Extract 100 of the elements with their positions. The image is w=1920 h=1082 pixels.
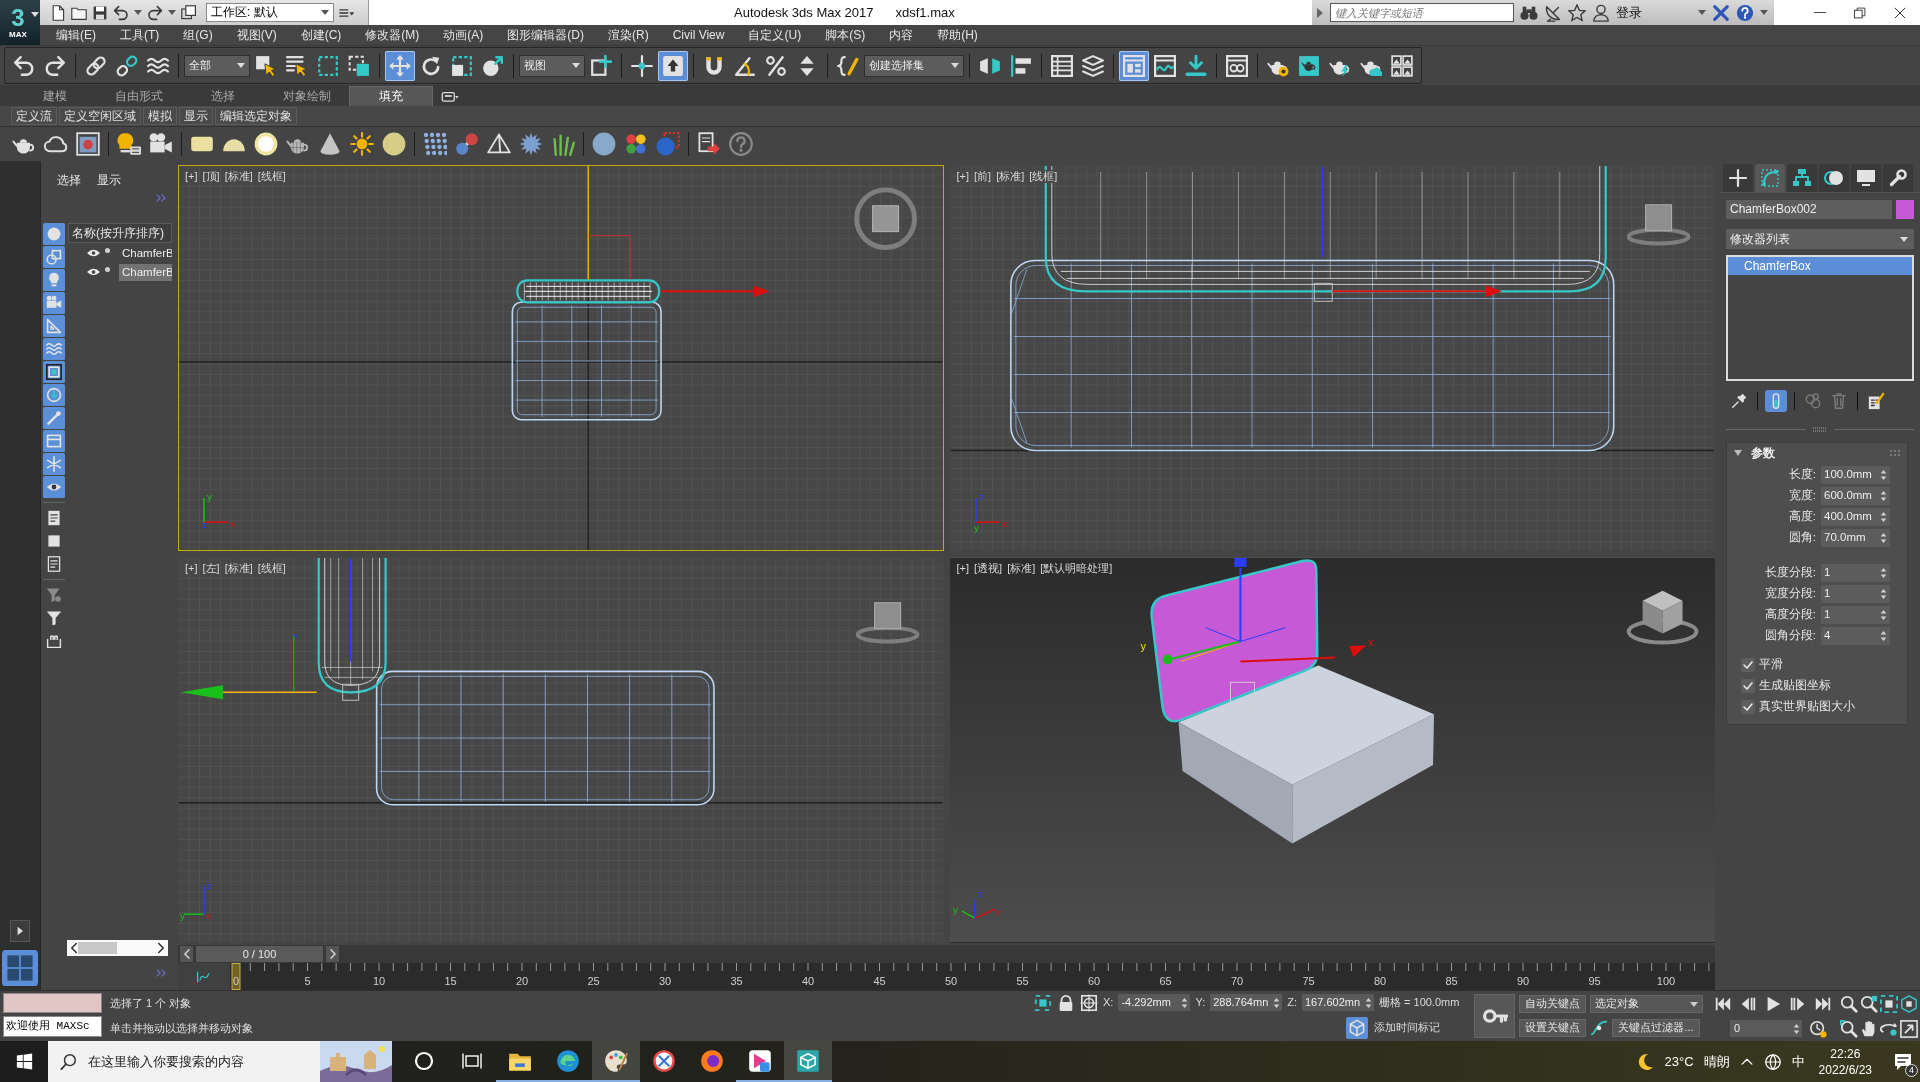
caret-icon[interactable]	[321, 10, 329, 15]
ribbon-panel-button[interactable]: 定义流	[11, 107, 57, 125]
menu-item[interactable]: 图形编辑器(D)	[495, 27, 596, 43]
next-frame-button[interactable]	[326, 946, 339, 962]
menu-item[interactable]: 内容	[877, 27, 926, 43]
windows-stack-icon[interactable]	[181, 4, 197, 21]
weather-label[interactable]: 晴朗	[1703, 1053, 1730, 1070]
parameter-spinner[interactable]: 1	[1821, 585, 1890, 603]
checkbox[interactable]	[1741, 679, 1755, 693]
isolate-icon[interactable]	[1034, 993, 1052, 1012]
wand-icon[interactable]	[43, 407, 65, 429]
ribbon-panel-button[interactable]: 模拟	[143, 107, 177, 125]
workspace-dropdown[interactable]: 工作区: 默认	[206, 3, 334, 22]
parameter-spinner[interactable]: 400.0mm	[1821, 508, 1890, 526]
menu-item[interactable]: 脚本(S)	[813, 27, 878, 43]
ribbon-tab[interactable]: 建模	[13, 86, 97, 106]
sun-icon[interactable]	[350, 132, 374, 156]
viewport[interactable]: [+] [顶] [标准] [线框] y z x	[178, 165, 944, 551]
menu-item[interactable]: 创建(C)	[288, 27, 354, 43]
viewport-menu-label[interactable]: [标准]	[224, 562, 253, 576]
viewcube-icon[interactable]	[854, 187, 918, 251]
dot-grid-icon[interactable]	[423, 132, 447, 156]
viewport-menu-label[interactable]: [前]	[974, 170, 992, 184]
viewport[interactable]: [+] [左] [标准] [线框] z y x	[178, 557, 944, 943]
menu-item[interactable]: 帮助(H)	[925, 27, 990, 43]
frame-field[interactable]: 0	[1730, 1020, 1802, 1037]
parameter-spinner[interactable]: 4	[1821, 627, 1890, 645]
caret-icon[interactable]	[951, 63, 959, 68]
maximize-icon[interactable]	[1900, 1019, 1918, 1038]
horizontal-scrollbar[interactable]	[67, 940, 168, 956]
x-mark-icon[interactable]	[1712, 3, 1730, 22]
chevron-right-icon[interactable]	[157, 942, 165, 954]
parameters-rollout[interactable]: 参数 长度: 100.0mm 宽度: 600.0mm 高度: 400.0mm 圆角: 70.0mm 长度分段: 1 宽度分段: 1 高度分段: 1 圆角分段: 4 平滑 生成贴图坐标 真实世界贴图大小	[1726, 442, 1908, 725]
time-slider-track[interactable]: 0 / 100	[178, 945, 1715, 963]
temperature-label[interactable]: 23°C	[1664, 1053, 1694, 1070]
ribbon-tab[interactable]: 自由形式	[97, 86, 181, 106]
coordinate-field[interactable]: -4.292mm	[1118, 994, 1191, 1011]
auto-key-button[interactable]: 自动关键点	[1519, 995, 1586, 1013]
column-header[interactable]: 名称(按升序排序)	[68, 223, 172, 243]
ribbon-tab[interactable]: 填充	[349, 86, 433, 106]
parameter-spinner[interactable]: 70.0mm	[1821, 529, 1890, 547]
padlock-icon[interactable]	[1057, 993, 1075, 1012]
menu-item[interactable]: Civil View	[660, 27, 737, 43]
field-of-view-icon[interactable]	[1840, 1019, 1858, 1038]
viewcube-icon[interactable]	[855, 602, 920, 644]
menu-item[interactable]: 工具(T)	[108, 27, 172, 43]
menu-item[interactable]: 动画(A)	[431, 27, 496, 43]
caret-icon[interactable]	[1900, 236, 1908, 242]
rollout-title[interactable]: 参数	[1751, 445, 1881, 461]
scrollbar-thumb[interactable]	[78, 942, 117, 954]
caret-icon[interactable]	[168, 10, 176, 15]
picture-window-icon[interactable]	[76, 132, 100, 156]
taskbar-app-button[interactable]	[592, 1041, 640, 1082]
grip-icon[interactable]	[1889, 449, 1901, 457]
shapes-icon[interactable]	[43, 246, 65, 268]
parameter-spinner[interactable]: 600.0mm	[1821, 487, 1890, 505]
caret-icon[interactable]	[237, 63, 245, 68]
satellite-dish-icon[interactable]	[1544, 3, 1562, 22]
test-tube-button[interactable]	[1765, 390, 1787, 412]
key-button[interactable]	[1474, 994, 1515, 1038]
zoom-all-icon[interactable]	[1860, 994, 1878, 1013]
modifier-list-dropdown[interactable]: 修改器列表	[1726, 229, 1914, 249]
new-file-icon[interactable]	[50, 4, 66, 21]
command-panel-tab[interactable]	[1787, 164, 1817, 192]
menu-item[interactable]: 自定义(U)	[736, 27, 814, 43]
input-method-label[interactable]: 中	[1791, 1053, 1805, 1070]
ribbon-panel-button[interactable]: 定义空闲区域	[59, 107, 141, 125]
parameter-spinner[interactable]: 1	[1821, 606, 1890, 624]
maxscript-output[interactable]: 欢迎使用 MAXSc	[3, 1016, 102, 1037]
bulb-icon[interactable]	[117, 132, 141, 156]
spinner-arrows-icon[interactable]	[1880, 568, 1887, 578]
menu-item[interactable]: 视图(V)	[224, 27, 289, 43]
sign-in-link[interactable]: 登录	[1616, 4, 1642, 21]
checkbox-label[interactable]: 平滑	[1759, 658, 1783, 672]
grass-icon[interactable]	[551, 132, 575, 156]
spinner-arrows-icon[interactable]	[1365, 997, 1372, 1008]
search-field[interactable]: 键入关键字或短语	[1330, 3, 1514, 22]
color-swatch-icon[interactable]	[1896, 200, 1914, 219]
save-icon[interactable]	[92, 4, 108, 21]
coordinate-field[interactable]: 167.602mn	[1302, 994, 1374, 1011]
taskbar-search-box[interactable]: 在这里输入你要搜索的内容	[48, 1041, 392, 1082]
menu-lines-icon[interactable]	[339, 6, 355, 19]
eye-icon[interactable]	[43, 476, 65, 498]
caret-icon[interactable]	[134, 10, 142, 15]
color-dots-icon[interactable]	[624, 132, 648, 156]
wire-pyramid-icon[interactable]	[487, 132, 511, 156]
checkbox-label[interactable]: 生成贴图坐标	[1759, 679, 1831, 693]
checkbox-label[interactable]: 真实世界贴图大小	[1759, 700, 1855, 714]
command-panel-tab[interactable]	[1851, 164, 1881, 192]
arrow-box-button[interactable]	[658, 50, 688, 81]
viewcube-icon[interactable]	[1626, 204, 1691, 246]
redo-icon[interactable]	[147, 4, 163, 21]
clock-gear-icon[interactable]	[1809, 1019, 1827, 1038]
spinner-arrows-icon[interactable]	[1880, 589, 1887, 599]
explorer-tab[interactable]: 选择	[57, 173, 81, 191]
viewport-menu-label[interactable]: [线框]	[1029, 170, 1058, 184]
checkbox[interactable]	[1741, 700, 1755, 714]
framed-square-icon[interactable]	[43, 361, 65, 383]
star-icon[interactable]	[1568, 3, 1586, 22]
user-icon[interactable]	[1592, 3, 1610, 22]
